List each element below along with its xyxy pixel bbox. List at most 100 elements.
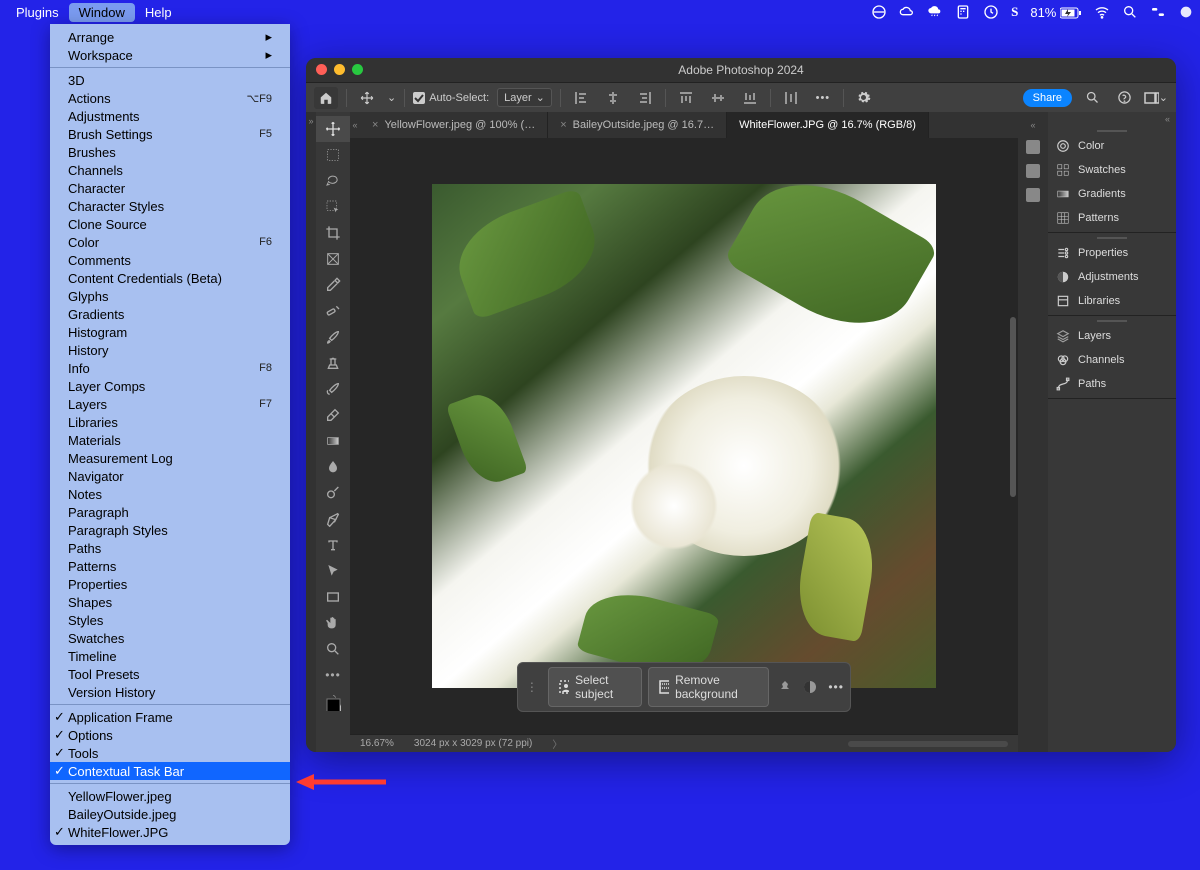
eyedropper-tool[interactable] [316,272,350,298]
menu-item-paths[interactable]: Paths [50,539,290,557]
clone-stamp-tool[interactable] [316,350,350,376]
panel-icon[interactable] [1026,164,1040,178]
lasso-tool[interactable] [316,168,350,194]
canvas[interactable]: ⋮ Select subject Remove background ••• [350,138,1018,734]
menu-item-tools[interactable]: ✓Tools [50,744,290,762]
menu-item-adjustments[interactable]: Adjustments [50,107,290,125]
menu-item-color[interactable]: ColorF6 [50,233,290,251]
healing-brush-tool[interactable] [316,298,350,324]
crop-tool[interactable] [316,220,350,246]
menu-item-baileyoutside-jpeg[interactable]: BaileyOutside.jpeg [50,805,290,823]
panel-patterns[interactable]: Patterns [1048,206,1176,230]
align-center-h-icon[interactable] [601,87,625,109]
auto-select-checkbox[interactable]: Auto-Select: [413,92,489,104]
status-expand-icon[interactable]: 〉 [552,736,562,751]
dodge-tool[interactable] [316,480,350,506]
chevron-down-icon[interactable]: ⌄ [387,91,396,104]
panel-swatches[interactable]: Swatches [1048,158,1176,182]
horizontal-scrollbar[interactable] [848,741,1008,747]
menu-item-channels[interactable]: Channels [50,161,290,179]
more-icon[interactable]: ••• [826,674,846,700]
siri-icon[interactable] [1178,4,1194,20]
traffic-lights[interactable] [316,64,363,75]
panel-color[interactable]: Color [1048,134,1176,158]
pin-icon[interactable] [775,674,795,700]
document-dimensions[interactable]: 3024 px x 3029 px (72 ppi) [414,738,532,749]
menu-item-arrange[interactable]: Arrange▸ [50,28,290,46]
panel-libraries[interactable]: Libraries [1048,289,1176,313]
close-tab-icon[interactable]: × [560,119,566,131]
menu-item-workspace[interactable]: Workspace▸ [50,46,290,64]
menu-item-properties[interactable]: Properties [50,575,290,593]
menu-item-clone-source[interactable]: Clone Source [50,215,290,233]
menu-item-patterns[interactable]: Patterns [50,557,290,575]
menu-item-timeline[interactable]: Timeline [50,647,290,665]
menu-item-tool-presets[interactable]: Tool Presets [50,665,290,683]
status-s-icon[interactable]: S [1011,4,1018,20]
share-button[interactable]: Share [1023,89,1072,107]
menu-item-paragraph-styles[interactable]: Paragraph Styles [50,521,290,539]
auto-select-target-dropdown[interactable]: Layer ⌄ [497,88,552,107]
menu-item-yellowflower-jpeg[interactable]: YellowFlower.jpeg [50,787,290,805]
menu-item-info[interactable]: InfoF8 [50,359,290,377]
left-collapse-strip[interactable]: » [306,112,316,752]
panel-gradients[interactable]: Gradients [1048,182,1176,206]
pen-tool[interactable] [316,506,350,532]
hand-tool[interactable] [316,610,350,636]
menu-item-application-frame[interactable]: ✓Application Frame [50,708,290,726]
panel-adjustments[interactable]: Adjustments [1048,265,1176,289]
align-bottom-icon[interactable] [738,87,762,109]
home-button[interactable] [314,87,338,109]
zoom-level[interactable]: 16.67% [360,738,394,749]
gear-icon[interactable] [852,87,876,109]
brush-tool[interactable] [316,324,350,350]
menu-item-layers[interactable]: LayersF7 [50,395,290,413]
zoom-tool[interactable] [316,636,350,662]
foreground-background-colors[interactable] [316,688,350,718]
select-subject-button[interactable]: Select subject [548,667,642,707]
distribute-icon[interactable] [779,87,803,109]
help-icon[interactable] [1112,87,1136,109]
menu-item-styles[interactable]: Styles [50,611,290,629]
search-icon[interactable] [1080,87,1104,109]
weather-icon[interactable] [927,4,943,20]
menu-item-gradients[interactable]: Gradients [50,305,290,323]
menu-item-layer-comps[interactable]: Layer Comps [50,377,290,395]
menu-item-content-credentials-beta-[interactable]: Content Credentials (Beta) [50,269,290,287]
contextual-task-bar[interactable]: ⋮ Select subject Remove background ••• [517,662,851,712]
panel-paths[interactable]: Paths [1048,372,1176,396]
menubar-window[interactable]: Window [69,3,135,22]
frame-tool[interactable] [316,246,350,272]
object-selection-tool[interactable] [316,194,350,220]
menu-item-paragraph[interactable]: Paragraph [50,503,290,521]
gradient-tool[interactable] [316,428,350,454]
vertical-scrollbar[interactable] [1010,317,1016,497]
remove-background-button[interactable]: Remove background [648,667,769,707]
path-selection-tool[interactable] [316,558,350,584]
eraser-tool[interactable] [316,402,350,428]
document-tab-1[interactable]: ×YellowFlower.jpeg @ 100% (… [360,112,548,138]
more-align-icon[interactable]: ••• [811,87,835,109]
menu-item-navigator[interactable]: Navigator [50,467,290,485]
menu-item-materials[interactable]: Materials [50,431,290,449]
drag-handle-icon[interactable]: ⋮ [522,674,542,700]
menubar-plugins[interactable]: Plugins [6,3,69,22]
calc-icon[interactable] [955,4,971,20]
menu-item-version-history[interactable]: Version History [50,683,290,701]
menu-item-glyphs[interactable]: Glyphs [50,287,290,305]
align-middle-v-icon[interactable] [706,87,730,109]
close-tab-icon[interactable]: × [372,119,378,131]
menu-item-measurement-log[interactable]: Measurement Log [50,449,290,467]
document-tab-3[interactable]: WhiteFlower.JPG @ 16.7% (RGB/8) [727,112,929,138]
contrast-icon[interactable] [801,674,821,700]
menu-item-notes[interactable]: Notes [50,485,290,503]
marquee-tool[interactable] [316,142,350,168]
menu-item-brush-settings[interactable]: Brush SettingsF5 [50,125,290,143]
panel-channels[interactable]: Channels [1048,348,1176,372]
menu-item-history[interactable]: History [50,341,290,359]
wifi-icon[interactable] [1094,4,1110,20]
sync-icon[interactable] [871,4,887,20]
menu-item-swatches[interactable]: Swatches [50,629,290,647]
history-brush-tool[interactable] [316,376,350,402]
menu-item-contextual-task-bar[interactable]: ✓Contextual Task Bar [50,762,290,780]
